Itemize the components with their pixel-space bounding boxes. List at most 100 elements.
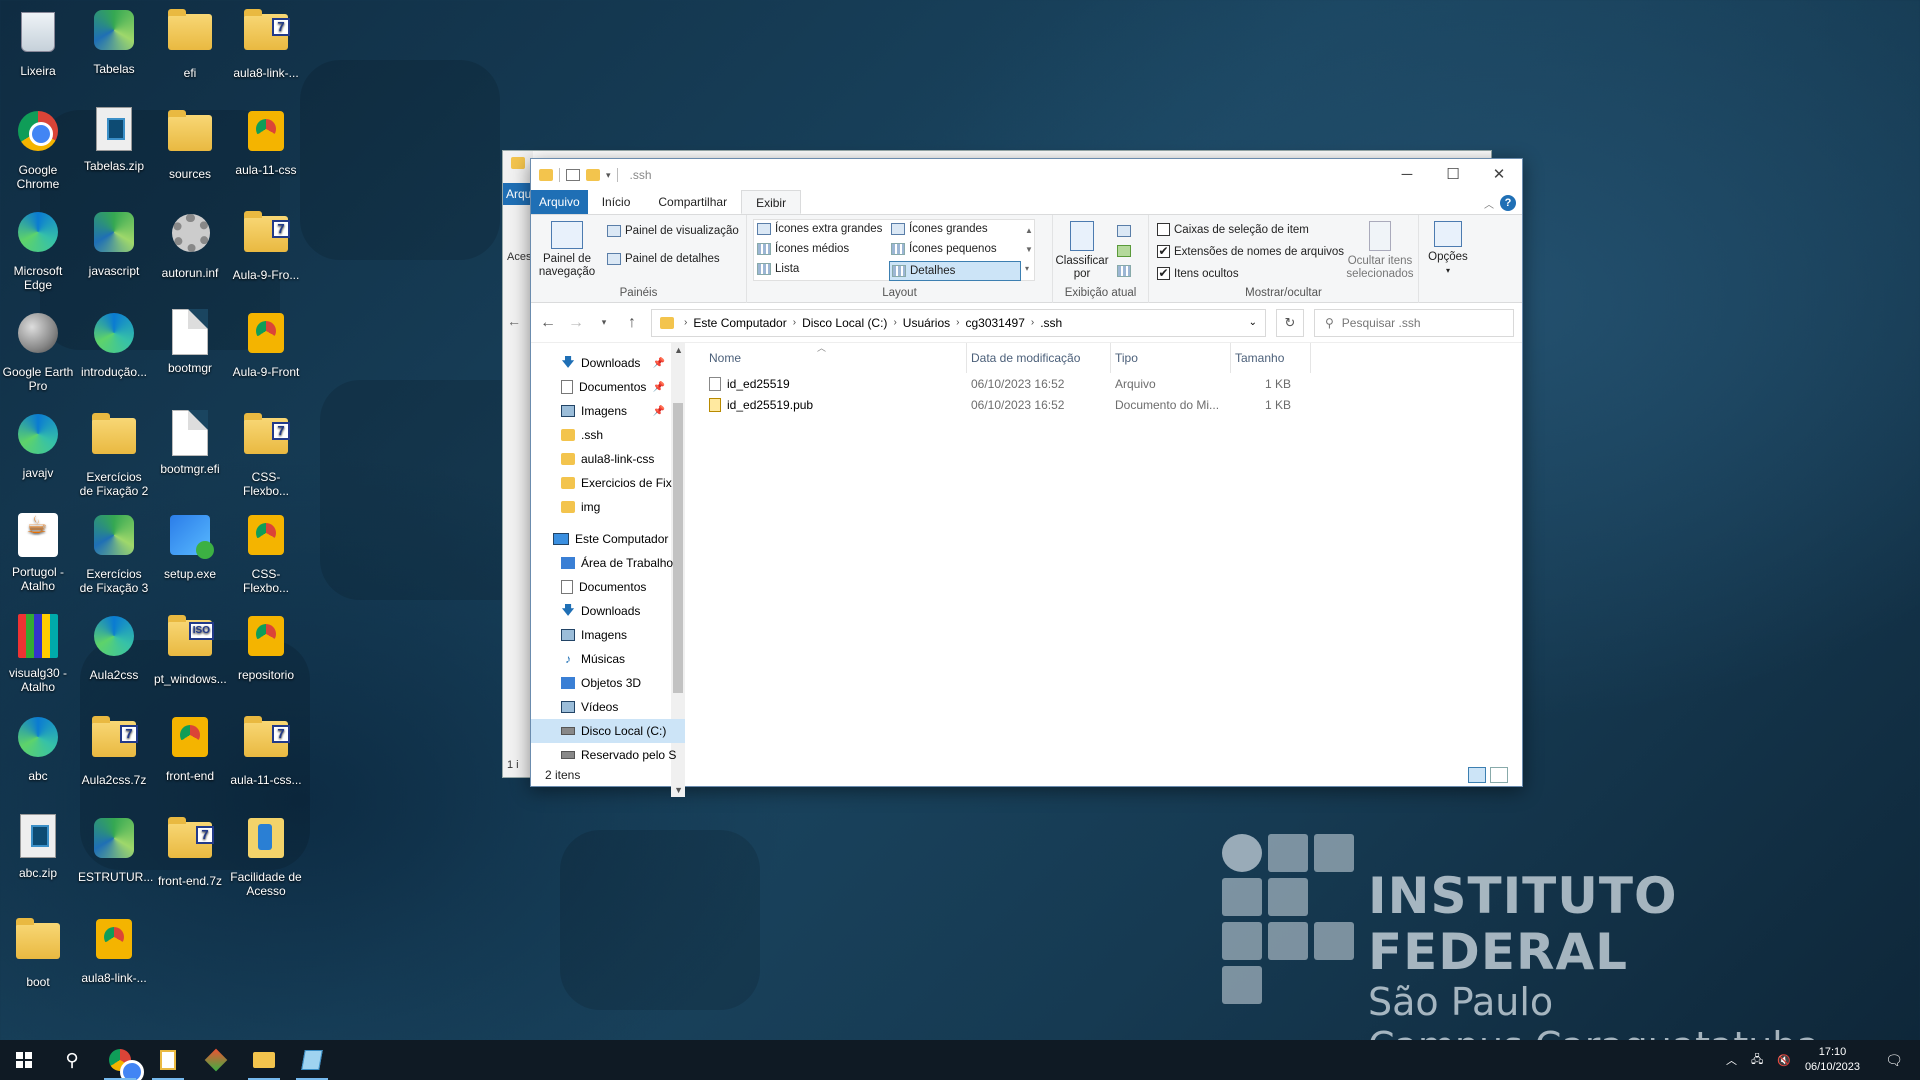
add-columns-icon[interactable] (1117, 245, 1131, 257)
properties-icon[interactable] (566, 169, 580, 181)
nav-item[interactable]: Área de Trabalho (531, 551, 685, 575)
group-by-icon[interactable] (1117, 225, 1131, 237)
breadcrumb-separator-icon[interactable]: › (793, 317, 796, 328)
nav-item[interactable]: Exercicios de Fix (531, 471, 685, 495)
desktop-icon[interactable]: aula8-link-... (78, 915, 150, 985)
nav-item[interactable]: Imagens 📌 (531, 399, 685, 423)
taskbar-file[interactable] (144, 1040, 192, 1080)
checkbox-unchecked[interactable] (1157, 223, 1170, 236)
desktop-icon[interactable]: javajv (2, 410, 74, 480)
close-button[interactable]: ✕ (1476, 159, 1522, 191)
nav-item[interactable]: .ssh (531, 423, 685, 447)
desktop-icon[interactable]: 7 front-end.7z (154, 814, 226, 888)
hide-selected-button[interactable]: Ocultar itens selecionados (1345, 221, 1415, 281)
desktop-icon[interactable]: Tabelas.zip (78, 107, 150, 173)
breadcrumb-item[interactable]: Este Computador (693, 316, 786, 330)
layout-extra-large-icons[interactable]: Ícones extra grandes (757, 223, 882, 235)
collapse-ribbon-icon[interactable]: ︿ (1484, 196, 1494, 211)
search-input[interactable]: ⚲ Pesquisar .ssh (1314, 308, 1514, 337)
back-file-tab[interactable]: Arqu (503, 183, 533, 205)
layout-list[interactable]: Lista (757, 263, 799, 275)
nav-item[interactable]: Disco Local (C:) (531, 719, 685, 743)
layout-scroll-icon[interactable]: ▲ ▼ ▾ (1025, 221, 1033, 278)
column-size[interactable]: Tamanho (1231, 343, 1311, 373)
layout-details[interactable]: Detalhes (889, 261, 1021, 281)
file-row[interactable]: id_ed25519 06/10/2023 16:52 Arquivo 1 KB (685, 373, 1522, 394)
layout-small-icons[interactable]: Ícones pequenos (891, 243, 997, 255)
details-view-icon[interactable] (1468, 767, 1486, 783)
volume-muted-icon[interactable]: 🔇 (1777, 1054, 1791, 1067)
nav-item[interactable]: aula8-link-css (531, 447, 685, 471)
tab-arquivo[interactable]: Arquivo (531, 190, 588, 214)
desktop-icon[interactable]: 7 CSS-Flexbo... (230, 410, 302, 498)
up-arrow-icon[interactable]: ↑ (623, 314, 641, 332)
desktop-icon[interactable]: 7 aula8-link-... (230, 6, 302, 80)
desktop-icon[interactable]: abc (2, 713, 74, 783)
checkbox-checked[interactable]: ✔ (1157, 267, 1170, 280)
nav-item[interactable]: 🡇 Downloads (531, 599, 685, 623)
nav-item[interactable]: Vídeos (531, 695, 685, 719)
address-dropdown-icon[interactable]: ⌄ (1249, 317, 1257, 328)
nav-item[interactable]: Objetos 3D (531, 671, 685, 695)
desktop-icon[interactable]: CSS-Flexbo... (230, 511, 302, 595)
tab-exibir[interactable]: Exibir (741, 190, 802, 214)
nav-pane-button[interactable]: Painel de navegação (537, 221, 597, 279)
nav-item[interactable]: Este Computador (531, 527, 685, 551)
desktop-icon[interactable]: bootmgr (154, 309, 226, 375)
taskbar-notepad[interactable] (288, 1040, 336, 1080)
desktop-icon[interactable]: ESTRUTUR... (78, 814, 153, 884)
desktop-icon[interactable]: setup.exe (154, 511, 226, 581)
desktop-icon[interactable]: Aula2css (78, 612, 150, 682)
details-pane-button[interactable]: Painel de detalhes (607, 253, 720, 265)
desktop-icon[interactable]: ISO pt_windows... (154, 612, 227, 686)
desktop-icon[interactable]: Portugol - Atalho (2, 511, 74, 593)
network-icon[interactable]: 🖧 (1751, 1051, 1763, 1070)
breadcrumb-item[interactable]: Disco Local (C:) (802, 316, 887, 330)
desktop-icon[interactable]: 7 Aula2css.7z (78, 713, 150, 787)
breadcrumb-item[interactable]: cg3031497 (965, 316, 1024, 330)
desktop-icon[interactable]: visualg30 - Atalho (2, 612, 74, 694)
title-bar[interactable]: ▾ .ssh ─ ☐ ✕ (531, 159, 1522, 191)
file-row[interactable]: id_ed25519.pub 06/10/2023 16:52 Documento … (685, 394, 1522, 415)
breadcrumb-separator-icon[interactable]: › (684, 317, 687, 328)
desktop-icon[interactable]: bootmgr.efi (154, 410, 226, 476)
layout-medium-icons[interactable]: Ícones médios (757, 243, 849, 255)
forward-arrow-icon[interactable]: → (567, 314, 585, 332)
large-icons-view-icon[interactable] (1490, 767, 1508, 783)
tab-inicio[interactable]: Início (588, 190, 645, 214)
breadcrumb-item[interactable]: .ssh (1040, 316, 1062, 330)
desktop-icon[interactable]: Facilidade de Acesso (230, 814, 302, 898)
desktop-icon[interactable]: efi (154, 6, 226, 80)
help-icon[interactable]: ? (1500, 195, 1516, 211)
hidden-items-toggle[interactable]: ✔ Itens ocultos (1157, 267, 1239, 280)
desktop-icon[interactable]: front-end (154, 713, 226, 783)
maximize-button[interactable]: ☐ (1430, 159, 1476, 191)
nav-item[interactable]: img (531, 495, 685, 519)
minimize-button[interactable]: ─ (1384, 159, 1430, 191)
column-modified[interactable]: Data de modificação (967, 343, 1111, 373)
search-button[interactable]: ⚲ (48, 1040, 96, 1080)
show-hidden-icons-chevron-icon[interactable]: ︿ (1726, 1052, 1737, 1068)
taskbar-file-explorer[interactable] (240, 1040, 288, 1080)
layout-large-icons[interactable]: Ícones grandes (891, 223, 988, 235)
desktop-icon[interactable]: Google Earth Pro (2, 309, 74, 393)
desktop-icon[interactable]: abc.zip (2, 814, 74, 880)
recent-locations-chevron-icon[interactable]: ▾ (595, 317, 613, 328)
scroll-down-icon[interactable]: ▼ (674, 785, 683, 795)
desktop-icon[interactable]: sources (154, 107, 226, 181)
taskbar-git[interactable] (192, 1040, 240, 1080)
clock[interactable]: 17:10 06/10/2023 (1805, 1045, 1860, 1075)
address-bar[interactable]: › Este Computador › Disco Local (C:) › Usuári… (651, 308, 1266, 337)
column-type[interactable]: Tipo (1111, 343, 1231, 373)
desktop-icon[interactable]: Google Chrome (2, 107, 74, 191)
desktop-icon[interactable]: repositorio (230, 612, 302, 682)
breadcrumb-separator-icon[interactable]: › (893, 317, 896, 328)
file-extensions-toggle[interactable]: ✔ Extensões de nomes de arquivos (1157, 245, 1344, 258)
size-columns-icon[interactable] (1117, 265, 1131, 277)
sort-by-button[interactable]: Classificar por (1055, 221, 1109, 281)
breadcrumb-item[interactable]: Usuários (903, 316, 950, 330)
options-button[interactable]: Opções ▾ (1425, 221, 1471, 277)
new-folder-icon[interactable] (586, 169, 600, 181)
back-arrow-icon[interactable]: ← (539, 314, 557, 332)
column-name[interactable]: Nome (705, 343, 967, 373)
